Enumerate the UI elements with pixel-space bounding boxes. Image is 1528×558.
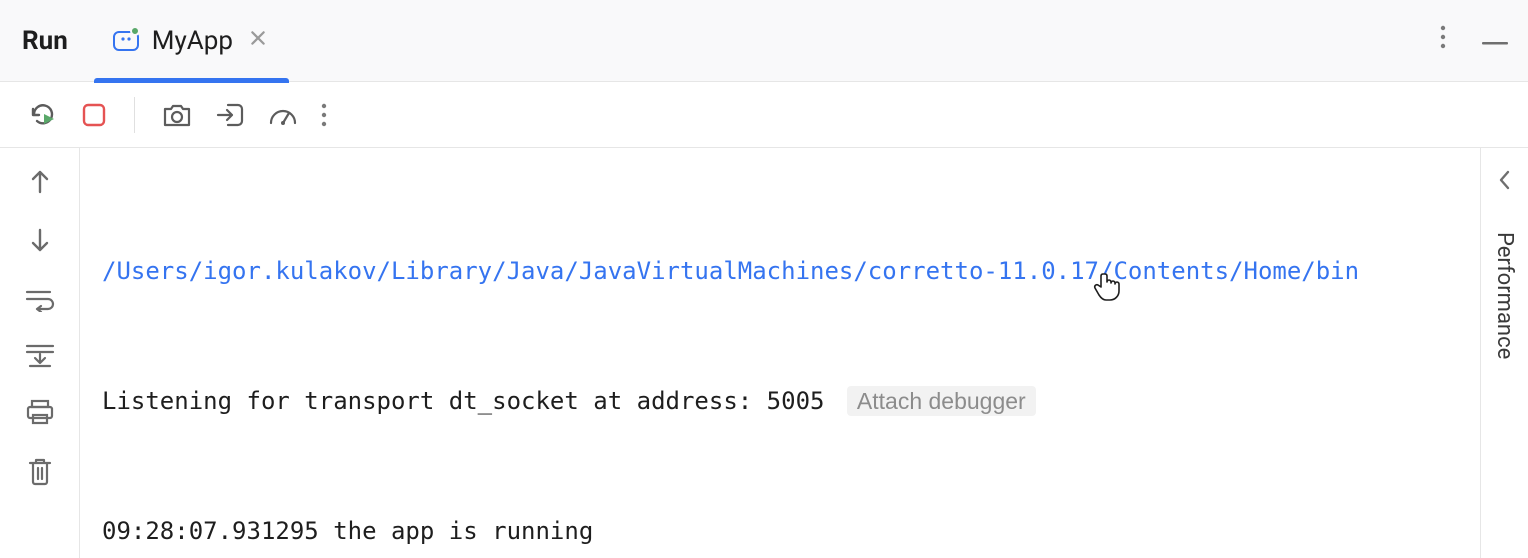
scroll-to-end-icon[interactable] bbox=[24, 342, 56, 368]
console-log-line: 09:28:07.931295 the app is running bbox=[102, 517, 593, 545]
profiler-icon[interactable] bbox=[267, 101, 299, 129]
up-arrow-icon[interactable] bbox=[28, 166, 52, 196]
attach-debugger-link[interactable]: Attach debugger bbox=[847, 386, 1036, 416]
import-icon[interactable] bbox=[215, 100, 245, 130]
trash-icon[interactable] bbox=[26, 456, 54, 486]
header-actions bbox=[1440, 24, 1510, 57]
print-icon[interactable] bbox=[24, 398, 56, 426]
toolbar-separator bbox=[134, 97, 135, 133]
right-strip: Performance bbox=[1480, 148, 1528, 558]
console-gutter bbox=[0, 148, 80, 558]
run-main: /Users/igor.kulakov/Library/Java/JavaVir… bbox=[0, 148, 1528, 558]
run-toolbar bbox=[0, 82, 1528, 148]
console-output[interactable]: /Users/igor.kulakov/Library/Java/JavaVir… bbox=[80, 148, 1480, 558]
more-options-icon[interactable] bbox=[1440, 24, 1446, 57]
rerun-button[interactable] bbox=[28, 100, 58, 130]
close-tab-button[interactable] bbox=[245, 24, 271, 57]
console-command-path[interactable]: /Users/igor.kulakov/Library/Java/JavaVir… bbox=[102, 257, 1359, 285]
run-tool-header: Run MyApp bbox=[0, 0, 1528, 82]
screenshot-icon[interactable] bbox=[161, 101, 193, 129]
stop-button[interactable] bbox=[80, 101, 108, 129]
console-line-listen: Listening for transport dt_socket at add… bbox=[102, 387, 824, 415]
tab-label: MyApp bbox=[152, 26, 233, 56]
performance-tab[interactable]: Performance bbox=[1492, 232, 1517, 359]
minimize-button[interactable] bbox=[1480, 31, 1510, 50]
tab-myapp[interactable]: MyApp bbox=[94, 0, 289, 82]
run-config-icon bbox=[112, 27, 140, 55]
chevron-left-icon[interactable] bbox=[1496, 166, 1514, 198]
down-arrow-icon[interactable] bbox=[28, 226, 52, 256]
soft-wrap-icon[interactable] bbox=[24, 286, 56, 312]
run-title: Run bbox=[22, 26, 68, 56]
toolbar-more-icon[interactable] bbox=[321, 102, 327, 128]
